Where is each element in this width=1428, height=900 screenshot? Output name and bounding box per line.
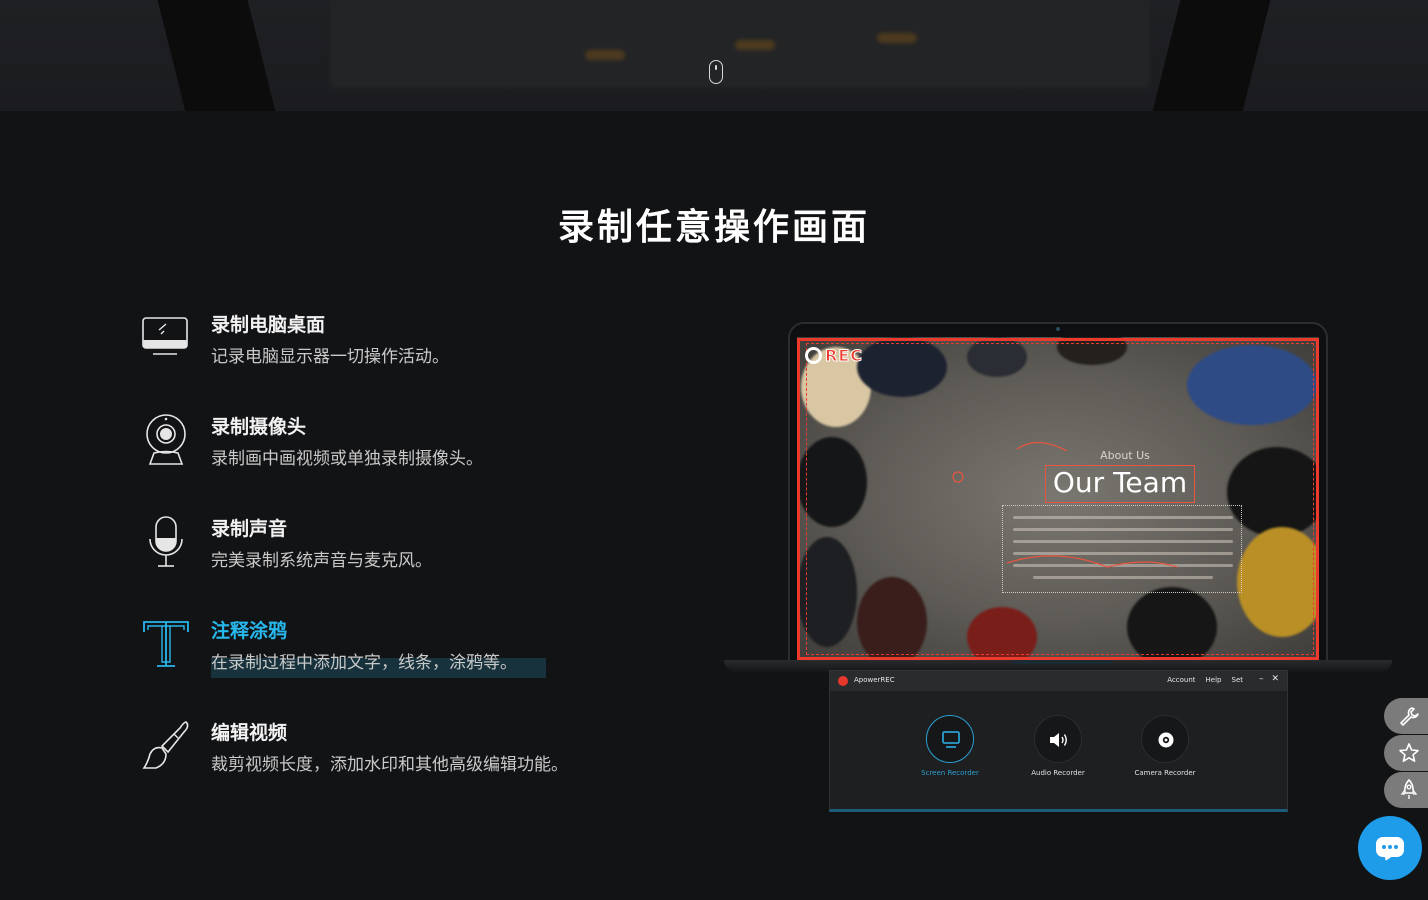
minimize-icon[interactable]: – [1259,674,1264,684]
hero-blob [585,50,625,60]
screen-content: About Us Our Team [797,337,1319,657]
app-logo-icon [838,676,848,686]
feature-edit[interactable]: 编辑视频 裁剪视频长度，添加水印和其他高级编辑功能。 [140,718,700,788]
feature-annotation[interactable]: 注释涂鸦 在录制过程中添加文字，线条，涂鸦等。 [140,616,700,686]
screen-recorder-icon [926,715,974,763]
feature-desc: 录制画中画视频或单独录制摄像头。 [211,449,483,469]
feature-title: 编辑视频 [211,722,288,744]
menu-help[interactable]: Help [1206,676,1222,684]
floating-toolbar [1384,698,1428,809]
camera-icon [1141,715,1189,763]
audio-recorder-label: Audio Recorder [1031,769,1085,777]
chat-dot [1388,845,1392,849]
webcam-icon [146,414,186,465]
section-title: 录制任意操作画面 [557,207,870,248]
feature-desktop[interactable]: 录制电脑桌面 记录电脑显示器一切操作活动。 [140,310,700,380]
feature-title: 录制电脑桌面 [211,314,326,336]
star-icon [1399,743,1419,762]
text-annotation-icon [143,621,189,667]
camera-recorder-label: Camera Recorder [1134,769,1196,777]
rocket-icon [1400,779,1418,799]
apowerrec-window: ApowerREC Account Help Set – ✕ Screen Re… [829,670,1288,812]
chat-dot [1382,845,1386,849]
feature-desc: 记录电脑显示器一切操作活动。 [211,347,449,367]
feature-webcam[interactable]: 录制摄像头 录制画中画视频或单独录制摄像头。 [140,412,700,482]
laptop-notch [1012,660,1112,664]
feature-desc: 裁剪视频长度，添加水印和其他高级编辑功能。 [211,755,568,775]
app-name: ApowerREC [854,676,895,684]
app-titlebar: ApowerREC Account Help Set – ✕ [830,671,1287,691]
annotation-doodle [952,441,1178,568]
feature-title: 注释涂鸦 [211,620,288,642]
chat-dot [1394,845,1398,849]
close-icon[interactable]: ✕ [1271,674,1279,684]
menu-account[interactable]: Account [1167,676,1195,684]
feature-desc: 在录制过程中添加文字，线条，涂鸦等。 [211,653,517,673]
hero-blob [877,33,917,43]
favorite-button[interactable] [1384,735,1428,771]
back-to-top-button[interactable] [1384,772,1428,808]
feature-title: 录制声音 [211,518,288,540]
scroll-down-icon[interactable] [709,60,723,84]
screen-recorder-button[interactable]: Screen Recorder [905,715,995,777]
window-controls: – ✕ [1259,674,1279,684]
hero-frame-left [152,0,278,111]
hero-frame-right [1150,0,1276,111]
app-menu: Account Help Set [1167,676,1243,684]
hero-background [0,0,1428,111]
feature-title: 录制摄像头 [211,416,307,438]
paintbrush-icon [142,721,189,769]
camera-recorder-button[interactable]: Camera Recorder [1120,715,1210,777]
live-chat-button[interactable] [1358,816,1422,880]
audio-recorder-button[interactable]: Audio Recorder [1013,715,1103,777]
tools-button[interactable] [1384,698,1428,734]
feature-audio[interactable]: 录制声音 完美录制系统声音与麦克风。 [140,514,700,584]
desktop-monitor-icon [142,317,188,355]
speaker-icon [1034,715,1082,763]
screen-recorder-label: Screen Recorder [921,769,979,777]
wrench-icon [1400,707,1419,726]
laptop-camera [1056,327,1060,331]
microphone-icon [149,516,183,567]
hero-blob [735,40,775,50]
feature-desc: 完美录制系统声音与麦克风。 [211,551,432,571]
menu-set[interactable]: Set [1232,676,1244,684]
